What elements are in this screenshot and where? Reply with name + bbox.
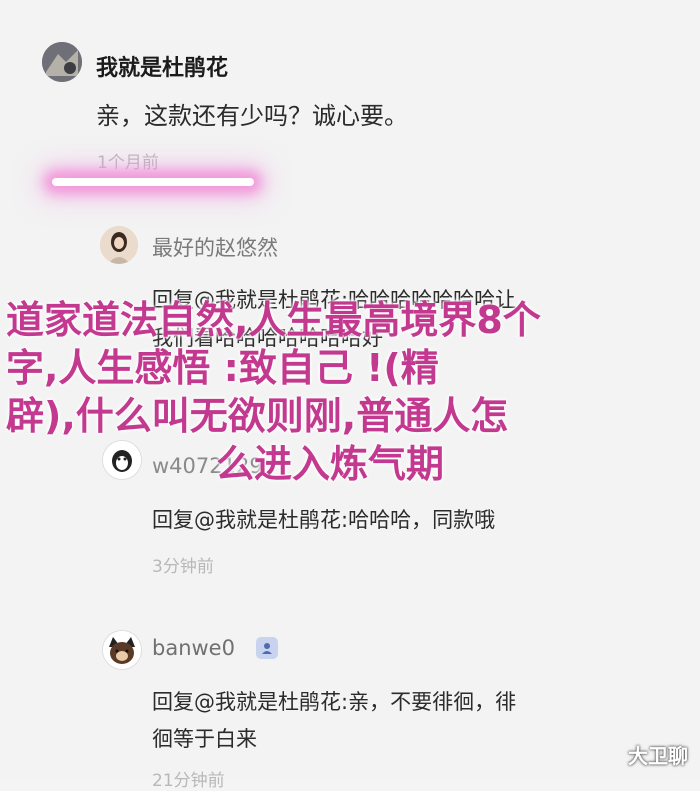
avatar[interactable] — [100, 226, 138, 264]
comment-time: 1个月前 — [97, 153, 159, 173]
comment-thread-screenshot: 我就是杜鹃花 亲，这款还有少吗？诚心要。 1个月前 最好的赵悠然 回复@我就是杜… — [0, 0, 700, 791]
verified-user-icon — [256, 637, 278, 659]
avatar[interactable] — [102, 630, 142, 670]
reply-text-line2: 徊等于白来 — [152, 727, 257, 751]
reply-time: 3分钟前 — [152, 557, 214, 577]
headline-line-2: 字,人生感悟 :致自己 !(精 — [6, 346, 439, 390]
highlight-glow-line — [52, 178, 254, 186]
avatar-image-icon — [42, 42, 82, 82]
comment-username[interactable]: 我就是杜鹃花 — [96, 50, 228, 82]
avatar-image-icon — [100, 226, 138, 264]
headline-line-3: 辟),什么叫无欲则刚,普通人怎 — [6, 394, 509, 438]
avatar[interactable] — [42, 42, 82, 82]
watermark: 大卫聊 — [628, 744, 688, 768]
reply-username[interactable]: banwe0 — [152, 636, 235, 660]
reply-text: 回复@我就是杜鹃花:哈哈哈，同款哦 — [152, 508, 496, 532]
headline-line-4: 么进入炼气期 — [216, 442, 445, 486]
avatar-image-icon — [103, 631, 141, 669]
overlay-headline: 道家道法自然,人生最高境界8个 字,人生感悟 :致自己 !(精 辟),什么叫无欲… — [6, 296, 646, 488]
headline-line-1: 道家道法自然,人生最高境界8个 — [6, 298, 541, 342]
comment-text: 亲，这款还有少吗？诚心要。 — [96, 102, 408, 130]
reply-username[interactable]: 最好的赵悠然 — [152, 232, 278, 262]
reply-text-line1: 回复@我就是杜鹃花:亲，不要徘徊，徘 — [152, 690, 517, 714]
